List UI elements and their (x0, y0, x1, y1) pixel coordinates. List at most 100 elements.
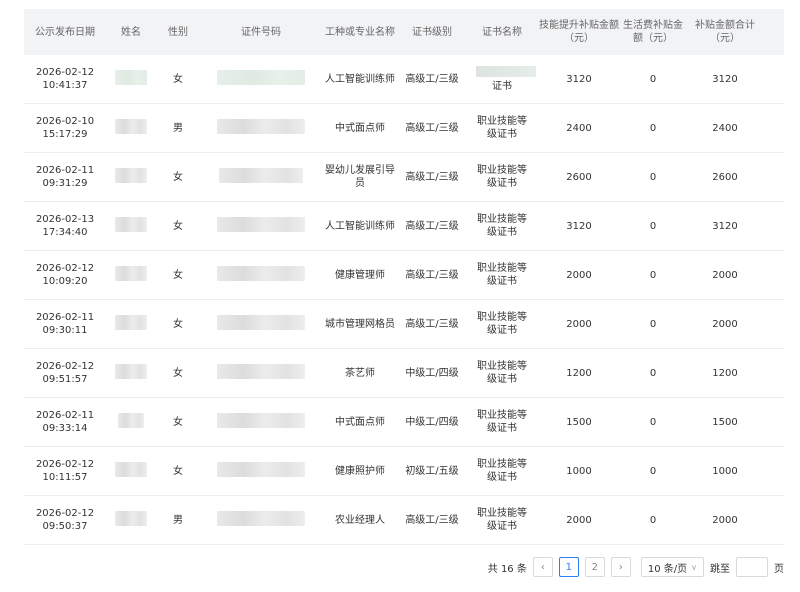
page-button-1[interactable]: 1 (558, 557, 579, 577)
cert-name: 职业技能等级证书 (477, 459, 527, 483)
chevron-down-icon: ∨ (691, 562, 697, 572)
gender-cell: 女 (173, 171, 183, 183)
prev-page-button[interactable]: ‹ (532, 557, 553, 577)
date-cell: 2026-02-13 17:34:40 (24, 213, 106, 239)
gender-cell: 女 (173, 416, 183, 428)
jump-label: 跳至 (710, 563, 730, 575)
page-button-2[interactable]: 2 (584, 557, 605, 577)
total-cell: 2000 (712, 514, 738, 526)
date-cell: 2026-02-12 10:11:57 (24, 458, 106, 484)
table-row: 2026-02-11 09:31:29 女 婴幼儿发展引导员 高级工/三级 职业技能等级证… (24, 153, 784, 202)
id-cell (200, 265, 322, 285)
gender-cell: 女 (173, 465, 183, 477)
pagination: 共 16 条 ‹ 1 2 › 10 条/页 ∨ 跳至 页 (488, 557, 784, 577)
name-cell (106, 363, 156, 383)
table-row: 2026-02-10 15:17:29 男 中式面点师 高级工/三级 职业技能等级证书 24… (24, 104, 784, 153)
table-row: 2026-02-12 10:11:57 女 健康照护师 初级工/五级 职业技能等级证书 10… (24, 447, 784, 496)
name-cell (106, 510, 156, 530)
publish-date: 2026-02-11 (35, 165, 95, 176)
table-header: 公示发布日期 姓名 性别 证件号码 工种或专业名称 证书级别 证书名称 技能提升… (24, 9, 784, 55)
table-row: 2026-02-11 09:33:14 女 中式面点师 中级工/四级 职业技能等级证书 15… (24, 398, 784, 447)
cert-cell: 职业技能等级证书 (466, 409, 538, 435)
total-cell: 3120 (712, 73, 738, 85)
redacted-id-number (217, 363, 305, 379)
cert-cell: 职业技能等级证书 (466, 458, 538, 484)
total-cell: 1500 (712, 416, 738, 428)
redacted-name (115, 69, 147, 85)
publish-time: 10:11:57 (42, 472, 88, 483)
date-cell: 2026-02-11 09:30:11 (24, 311, 106, 337)
skill-subsidy-cell: 2000 (566, 318, 592, 330)
redacted-name (115, 461, 147, 477)
id-cell (200, 412, 322, 432)
name-cell (106, 118, 156, 138)
job-cell: 健康照护师 (335, 465, 385, 477)
total-cell: 2400 (712, 122, 738, 134)
publish-date: 2026-02-12 (35, 263, 95, 274)
name-cell (106, 461, 156, 481)
redacted-id-number (217, 265, 305, 281)
level-cell: 中级工/四级 (405, 367, 459, 379)
gender-cell: 男 (173, 514, 183, 526)
job-cell: 人工智能训练师 (325, 73, 395, 85)
total-count: 共 16 条 (487, 563, 527, 575)
cert-cell: 职业技能等级证书 (466, 115, 538, 141)
cert-cell: 职业技能等级证书 (466, 213, 538, 239)
job-cell: 农业经理人 (335, 514, 385, 526)
page-size-select[interactable]: 10 条/页 ∨ (640, 557, 704, 577)
publish-time: 17:34:40 (42, 227, 88, 238)
skill-subsidy-cell: 1500 (566, 416, 592, 428)
level-cell: 高级工/三级 (405, 122, 459, 134)
level-cell: 高级工/三级 (405, 514, 459, 526)
date-cell: 2026-02-11 09:33:14 (24, 409, 106, 435)
publish-date: 2026-02-12 (35, 459, 95, 470)
header-id-number: 证件号码 (241, 26, 281, 38)
page-suffix: 页 (774, 563, 784, 575)
level-cell: 初级工/五级 (405, 465, 459, 477)
skill-subsidy-cell: 2000 (566, 514, 592, 526)
cert-cell: 职业技能等级证书 (466, 262, 538, 288)
jump-page-input[interactable] (736, 557, 768, 577)
gender-cell: 女 (173, 318, 183, 330)
redacted-id-number (217, 69, 305, 85)
date-cell: 2026-02-12 10:09:20 (24, 262, 106, 288)
redacted-id-number (217, 314, 305, 330)
total-cell: 3120 (712, 220, 738, 232)
table-row: 2026-02-12 10:41:37 女 人工智能训练师 高级工/三级 证书 3120 0 3… (24, 55, 784, 104)
living-subsidy-cell: 0 (649, 367, 657, 379)
cert-name: 职业技能等级证书 (477, 312, 527, 336)
skill-subsidy-cell: 2400 (566, 122, 592, 134)
job-cell: 人工智能训练师 (325, 220, 395, 232)
level-cell: 高级工/三级 (405, 269, 459, 281)
living-subsidy-cell: 0 (649, 122, 657, 134)
table-row: 2026-02-12 09:50:37 男 农业经理人 高级工/三级 职业技能等级证书 20… (24, 496, 784, 545)
header-job: 工种或专业名称 (325, 26, 395, 38)
redacted-name (115, 167, 147, 183)
cert-cell: 职业技能等级证书 (466, 507, 538, 533)
table-row: 2026-02-13 17:34:40 女 人工智能训练师 高级工/三级 职业技能等级证书… (24, 202, 784, 251)
next-page-button[interactable]: › (610, 557, 631, 577)
living-subsidy-cell: 0 (649, 73, 657, 85)
gender-cell: 男 (173, 122, 183, 134)
skill-subsidy-cell: 2000 (566, 269, 592, 281)
publish-date: 2026-02-10 (35, 116, 95, 127)
publish-date: 2026-02-12 (35, 361, 95, 372)
cert-name: 职业技能等级证书 (477, 214, 527, 238)
id-cell (200, 216, 322, 236)
total-cell: 2000 (712, 269, 738, 281)
publish-date: 2026-02-11 (35, 410, 95, 421)
publish-time: 09:51:57 (42, 374, 88, 385)
publish-date: 2026-02-11 (35, 312, 95, 323)
id-cell (200, 167, 322, 187)
header-name: 姓名 (121, 26, 141, 38)
redacted-id-number (217, 216, 305, 232)
living-subsidy-cell: 0 (649, 318, 657, 330)
skill-subsidy-cell: 2600 (566, 171, 592, 183)
total-cell: 1000 (712, 465, 738, 477)
date-cell: 2026-02-10 15:17:29 (24, 115, 106, 141)
header-gender: 性别 (168, 26, 188, 38)
job-cell: 婴幼儿发展引导员 (325, 165, 395, 189)
redacted-cert-prefix (476, 65, 536, 77)
publish-time: 10:09:20 (42, 276, 88, 287)
living-subsidy-cell: 0 (649, 416, 657, 428)
